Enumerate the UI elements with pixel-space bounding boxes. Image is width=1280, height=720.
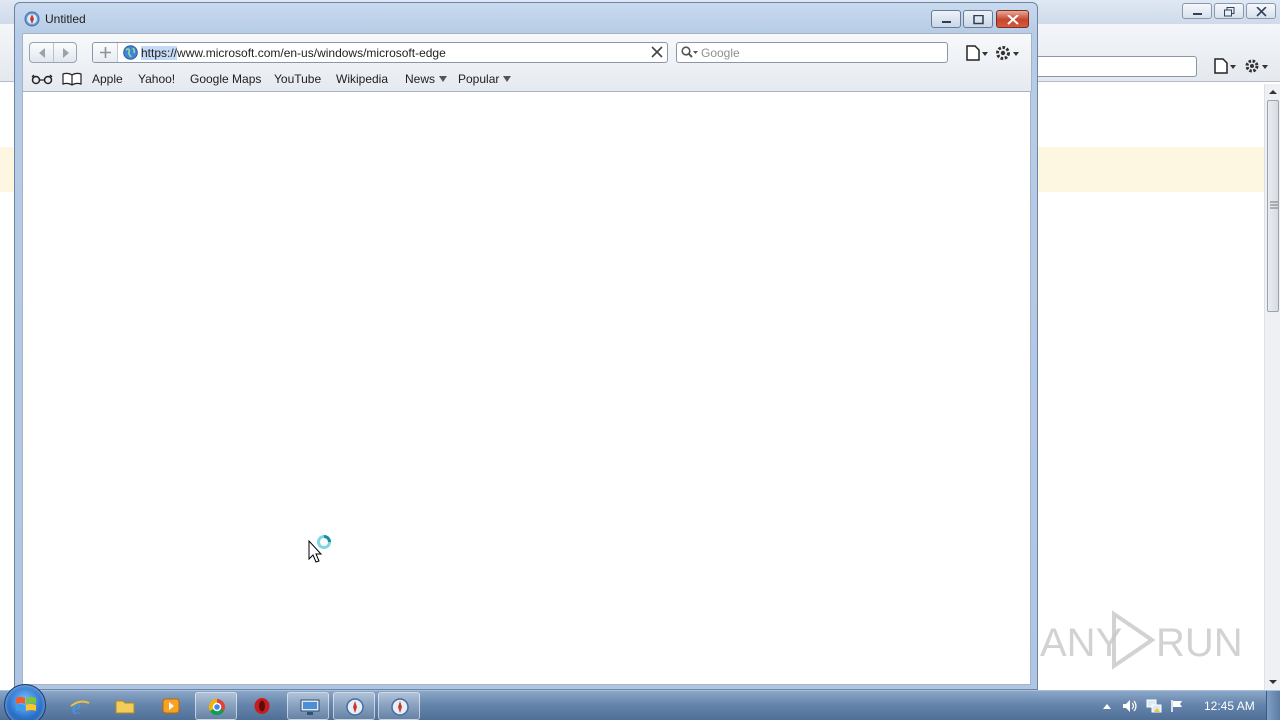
watermark-text-right: RUN [1156, 621, 1240, 665]
plus-icon [100, 47, 111, 58]
bookmark-popular-label: Popular [458, 72, 500, 86]
safari-icon [391, 698, 409, 716]
page-menu-icon [966, 45, 988, 61]
minimize-icon [942, 21, 951, 23]
maximize-button[interactable] [963, 10, 993, 28]
scroll-up-arrow-icon[interactable] [1265, 84, 1280, 100]
watermark-text-left: ANY [1040, 621, 1122, 665]
add-bookmark-button[interactable] [93, 43, 118, 62]
volume-icon[interactable] [1122, 699, 1138, 713]
taskbar-media-player[interactable] [149, 692, 191, 720]
safari-compass-icon [24, 11, 40, 27]
minimize-button[interactable] [931, 10, 961, 28]
taskbar-safari-1[interactable] [333, 692, 375, 720]
dropdown-arrow-icon [439, 76, 448, 82]
bookmarks-book-icon[interactable] [62, 72, 82, 86]
scrollbar-thumb[interactable] [1267, 100, 1279, 312]
bookmark-popular-menu[interactable]: Popular [458, 72, 512, 86]
settings-gear-icon [996, 46, 1019, 60]
anyrun-watermark-logo: ANY RUN [1040, 610, 1240, 670]
close-icon [1256, 7, 1267, 17]
background-scrollbar[interactable] [1264, 84, 1280, 690]
internet-explorer-icon: e [70, 697, 90, 717]
forward-arrow-icon [63, 48, 69, 58]
background-address-bar[interactable] [1030, 56, 1197, 77]
reading-list-icon[interactable] [31, 73, 53, 85]
search-bar[interactable] [676, 42, 948, 63]
taskbar-remote-desktop[interactable] [287, 692, 329, 720]
taskbar-safari-2[interactable] [378, 692, 420, 720]
bookmarks-bar: Apple Yahoo! Google Maps YouTube Wikiped… [23, 68, 1031, 90]
remote-desktop-icon [300, 699, 320, 715]
close-button[interactable] [996, 10, 1029, 28]
bookmark-google-maps[interactable]: Google Maps [190, 72, 261, 86]
close-icon [1007, 15, 1019, 25]
settings-gear-icon[interactable] [1244, 57, 1270, 75]
bookmark-news-menu[interactable]: News [405, 72, 448, 86]
taskbar-internet-explorer[interactable]: e [58, 692, 100, 720]
dropdown-arrow-icon [503, 76, 512, 82]
settings-menu-button[interactable] [994, 43, 1024, 63]
taskbar-file-explorer[interactable] [103, 692, 145, 720]
navigation-buttons [29, 42, 77, 63]
page-menu-button[interactable] [964, 43, 990, 63]
network-icon[interactable] [1146, 699, 1162, 713]
bookmark-wikipedia[interactable]: Wikipedia [336, 72, 388, 86]
opera-icon [254, 698, 270, 714]
busy-cursor-icon [308, 535, 331, 563]
back-arrow-icon [39, 48, 45, 58]
url-selected-text: https:// [141, 46, 178, 60]
globe-icon [123, 45, 138, 60]
maximize-icon [973, 15, 984, 25]
show-hidden-icons-arrow-icon[interactable] [1102, 702, 1112, 710]
browser-toolbar: https://www.microsoft.com/en-us/windows/… [22, 33, 1032, 91]
media-player-icon [162, 698, 180, 714]
page-menu-icon[interactable] [1212, 57, 1236, 75]
grip-icon [1270, 201, 1278, 209]
start-button[interactable] [4, 684, 46, 720]
scroll-down-arrow-icon[interactable] [1265, 674, 1280, 690]
background-close-button[interactable] [1246, 3, 1276, 19]
folder-icon [115, 700, 135, 714]
background-restore-button[interactable] [1214, 3, 1244, 19]
windows-logo-icon [16, 697, 36, 711]
bookmark-apple[interactable]: Apple [92, 72, 123, 86]
browser-window: Untitled https://www.microsoft.com/en-us… [14, 2, 1038, 690]
search-input[interactable] [701, 45, 941, 60]
url-text: www.microsoft.com/en-us/windows/microsof… [177, 46, 446, 60]
safari-icon [346, 698, 364, 716]
background-minimize-button[interactable] [1182, 3, 1212, 19]
taskbar: e 12:45 AM [0, 684, 1280, 720]
url-field[interactable]: https://www.microsoft.com/en-us/windows/… [141, 46, 446, 60]
action-center-flag-icon[interactable] [1170, 699, 1184, 713]
page-content[interactable] [22, 91, 1031, 685]
search-icon [681, 46, 698, 58]
show-desktop-button[interactable] [1266, 691, 1280, 720]
taskbar-opera[interactable] [241, 692, 283, 720]
restore-icon [1224, 7, 1235, 17]
clear-url-icon[interactable] [651, 46, 663, 58]
address-bar[interactable]: https://www.microsoft.com/en-us/windows/… [92, 42, 668, 63]
taskbar-chrome[interactable] [195, 692, 237, 720]
taskbar-clock[interactable]: 12:45 AM [1204, 699, 1255, 713]
bookmark-news-label: News [405, 72, 436, 86]
bookmark-youtube[interactable]: YouTube [274, 72, 321, 86]
forward-button[interactable] [54, 43, 77, 62]
minimize-icon [1193, 13, 1202, 15]
window-title: Untitled [45, 12, 86, 26]
bookmark-yahoo[interactable]: Yahoo! [138, 72, 175, 86]
chrome-icon [208, 698, 225, 716]
svg-text:e: e [72, 697, 81, 717]
back-button[interactable] [30, 43, 54, 62]
